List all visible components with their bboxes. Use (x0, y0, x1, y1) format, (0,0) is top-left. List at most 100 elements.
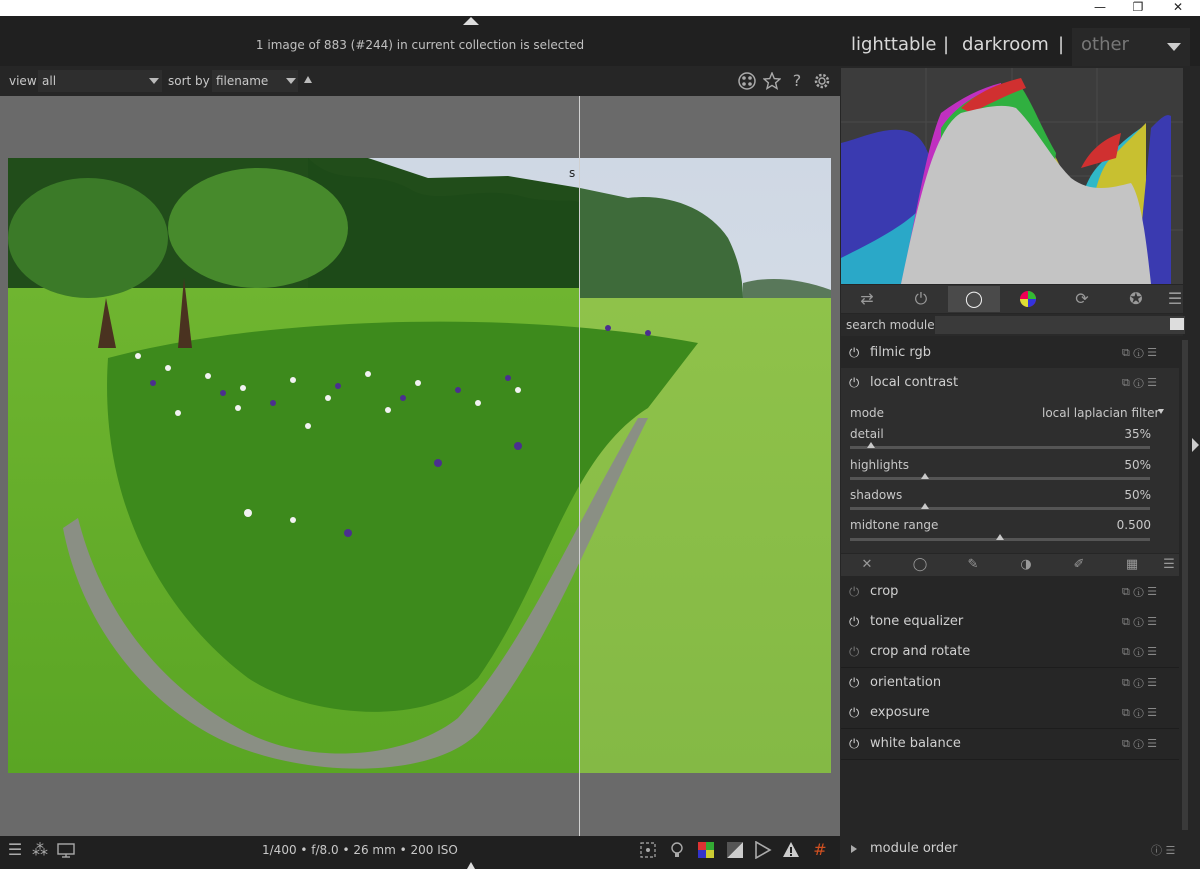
param-value: 50% (1124, 458, 1151, 472)
drawn-mask-icon[interactable]: ✎ (963, 556, 983, 574)
blend-off-icon[interactable]: ✕ (857, 556, 877, 574)
minimize-button[interactable]: — (1080, 0, 1120, 16)
module-label: exposure (870, 705, 930, 720)
gamut-check-icon[interactable] (726, 841, 744, 859)
module-order-icons[interactable]: ⓘ ☰ (1151, 842, 1175, 858)
module-label: tone equalizer (870, 614, 964, 629)
mode-select[interactable]: local laplacian filter (1042, 406, 1159, 420)
param-label: highlights (850, 458, 910, 472)
view-separator: | (1058, 34, 1065, 55)
help-icon[interactable]: ? (788, 72, 806, 90)
shadows-slider[interactable] (850, 507, 1150, 510)
highlights-slider[interactable] (850, 477, 1150, 480)
slider-handle[interactable] (921, 503, 929, 509)
blend-menu-icon[interactable]: ☰ (1159, 556, 1179, 574)
module-label: crop (870, 584, 899, 599)
power-icon[interactable]: ⏻ (849, 737, 863, 752)
window-titlebar (0, 0, 1200, 16)
param-value: 0.500 (1116, 518, 1151, 532)
parametric-mask-icon[interactable]: ◑ (1016, 556, 1036, 574)
slider-handle[interactable] (867, 442, 875, 448)
expand-icon[interactable] (851, 845, 857, 853)
display-icon[interactable] (57, 841, 75, 859)
split-label: s (569, 166, 576, 180)
view-other[interactable]: other (1081, 34, 1129, 55)
collapse-bottom-arrow-icon[interactable] (467, 862, 475, 869)
chevron-down-icon[interactable] (286, 78, 296, 84)
power-icon[interactable]: ⏻ (849, 645, 863, 660)
param-label: detail (850, 427, 884, 441)
power-icon[interactable]: ⏻ (849, 706, 863, 721)
chevron-down-icon[interactable] (1158, 409, 1164, 414)
bulb-icon[interactable] (668, 841, 686, 859)
tab-effect[interactable]: ✪ (1110, 286, 1162, 312)
power-icon[interactable]: ⏻ (849, 376, 863, 391)
tab-base[interactable]: ◯ (948, 286, 1000, 312)
power-icon[interactable]: ⏻ (849, 676, 863, 691)
menu-icon[interactable]: ☰ (6, 841, 24, 859)
module-label: white balance (870, 736, 961, 751)
maximize-button[interactable]: ❐ (1118, 0, 1158, 16)
module-label: local contrast (870, 375, 959, 390)
param-value: 50% (1124, 488, 1151, 502)
guides-icon[interactable]: # (811, 841, 829, 859)
view-lighttable[interactable]: lighttable (851, 34, 936, 55)
split-divider[interactable] (579, 96, 580, 836)
tab-presets-menu[interactable]: ☰ (1160, 286, 1190, 312)
histogram[interactable] (841, 68, 1183, 284)
sort-value: filename (216, 74, 269, 88)
blend-uniform-icon[interactable]: ◯ (910, 556, 930, 574)
view-darkroom[interactable]: darkroom (962, 34, 1049, 55)
module-actions-icons[interactable]: ⧉ ⓘ ☰ (1122, 645, 1157, 659)
mode-label: mode (850, 406, 885, 420)
module-actions-icons[interactable]: ⧉ ⓘ ☰ (1122, 676, 1157, 690)
power-icon[interactable]: ⏻ (849, 615, 863, 630)
tab-color[interactable] (1002, 286, 1054, 312)
slider-handle[interactable] (921, 473, 929, 479)
clear-search-icon[interactable] (1170, 318, 1184, 330)
module-actions-icons[interactable]: ⧉ ⓘ ☰ (1122, 585, 1157, 599)
module-actions-icons[interactable]: ⧉ ⓘ ☰ (1122, 346, 1157, 360)
module-actions-icons[interactable]: ⧉ ⓘ ☰ (1122, 737, 1157, 751)
exif-info: 1/400 • f/8.0 • 26 mm • 200 ISO (262, 843, 458, 857)
drawn-parametric-icon[interactable]: ✐ (1069, 556, 1089, 574)
collapse-right-arrow-icon[interactable] (1192, 438, 1199, 452)
param-label: shadows (850, 488, 903, 502)
warning-icon[interactable] (782, 841, 800, 859)
param-value: 35% (1124, 427, 1151, 441)
chevron-down-icon[interactable] (1167, 43, 1181, 51)
chevron-down-icon[interactable] (149, 78, 159, 84)
power-icon[interactable]: ⏻ (849, 346, 863, 361)
module-order-label: module order (870, 841, 958, 856)
grouping-icon[interactable] (738, 72, 756, 90)
search-input[interactable] (935, 316, 1185, 334)
power-icon[interactable]: ⏻ (849, 585, 863, 600)
view-filter-label: view (9, 74, 37, 88)
sort-order-icon[interactable] (304, 76, 312, 83)
photo-preview[interactable] (8, 158, 831, 773)
sort-label: sort by (168, 74, 210, 88)
search-module-label: search module (846, 318, 935, 332)
module-actions-icons[interactable]: ⧉ ⓘ ☰ (1122, 706, 1157, 720)
collapse-top-arrow-icon[interactable] (463, 17, 479, 25)
focus-peaking-icon[interactable] (639, 841, 657, 859)
view-filter-value: all (42, 74, 57, 88)
detail-slider[interactable] (850, 446, 1150, 449)
module-actions-icons[interactable]: ⧉ ⓘ ☰ (1122, 615, 1157, 629)
panel-scrollbar[interactable] (1182, 340, 1188, 830)
tab-quick-access[interactable]: ⇄ (841, 286, 893, 312)
module-actions-icons[interactable]: ⧉ ⓘ ☰ (1122, 376, 1157, 390)
slider-handle[interactable] (996, 534, 1004, 540)
gear-icon[interactable] (813, 72, 831, 90)
tab-active-modules[interactable]: ⏻ (895, 286, 947, 312)
styles-icon[interactable]: ⁂ (31, 841, 49, 859)
tab-correct[interactable]: ⟳ (1056, 286, 1108, 312)
selection-status: 1 image of 883 (#244) in current collect… (255, 38, 585, 52)
softproof-icon[interactable] (697, 841, 715, 859)
iso12646-icon[interactable] (754, 840, 772, 860)
star-icon[interactable] (762, 71, 782, 90)
param-label: midtone range (850, 518, 939, 532)
view-filter-select[interactable] (38, 70, 162, 92)
raster-mask-icon[interactable]: ▦ (1122, 556, 1142, 574)
close-button[interactable]: ✕ (1158, 0, 1198, 16)
